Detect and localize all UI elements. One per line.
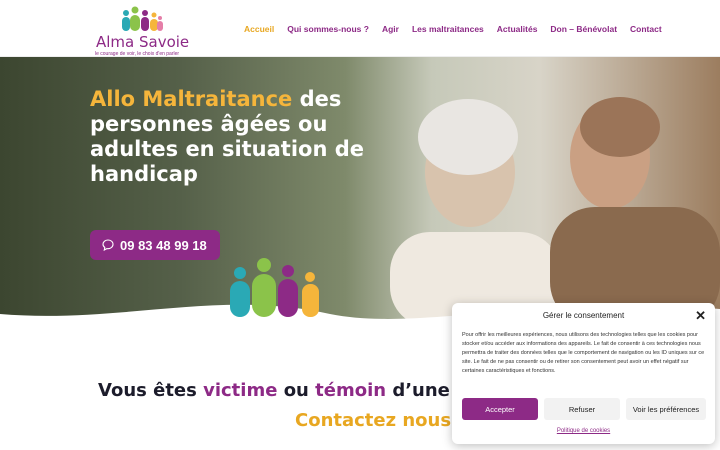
chat-bubble-icon [102,239,114,251]
nav-qui-sommes-nous[interactable]: Qui sommes-nous ? [287,24,369,34]
cookie-modal-text: Pour offrir les meilleures expériences, … [462,332,705,374]
cookie-consent-modal: Gérer le consentement ✕ Pour offrir les … [452,303,715,444]
hero-title: Allo Maltraitance des personnes âgées ou… [90,87,370,187]
close-icon[interactable]: ✕ [695,308,706,324]
hero-banner: Allo Maltraitance des personnes âgées ou… [0,57,720,327]
cookie-button-row: Accepter Refuser Voir les préférences [462,398,706,420]
accept-button[interactable]: Accepter [462,398,538,420]
nav-actualites[interactable]: Actualités [497,24,538,34]
main-nav: Accueil Qui sommes-nous ? Agir Les maltr… [244,24,662,34]
preferences-button[interactable]: Voir les préférences [626,398,706,420]
nav-accueil[interactable]: Accueil [244,24,274,34]
hero-title-highlight: Allo Maltraitance [90,87,293,111]
heading-part-2: ou [277,380,316,401]
logo-title: Alma Savoie [96,33,190,51]
nav-don-benevolat[interactable]: Don – Bénévolat [550,24,617,34]
contact-us-heading[interactable]: Contactez nous [295,410,451,431]
heading-part-1: Vous êtes [98,380,204,401]
nav-contact[interactable]: Contact [630,24,662,34]
refuse-button[interactable]: Refuser [544,398,620,420]
phone-button[interactable]: 09 83 48 99 18 [90,230,220,260]
site-logo[interactable]: Alma Savoie le courage de voir, le choix… [94,6,194,57]
cookie-policy-link[interactable]: Politique de cookies [452,428,715,434]
heading-victime: victime [203,380,278,401]
logo-figures-icon [122,6,163,31]
nav-les-maltraitances[interactable]: Les maltraitances [412,24,484,34]
site-header: Alma Savoie le courage de voir, le choix… [0,0,720,57]
phone-number: 09 83 48 99 18 [120,237,207,253]
heading-temoin: témoin [315,380,387,401]
cookie-modal-title: Gérer le consentement [542,311,625,320]
hero-figures-graphic [230,258,319,317]
nav-agir[interactable]: Agir [382,24,399,34]
